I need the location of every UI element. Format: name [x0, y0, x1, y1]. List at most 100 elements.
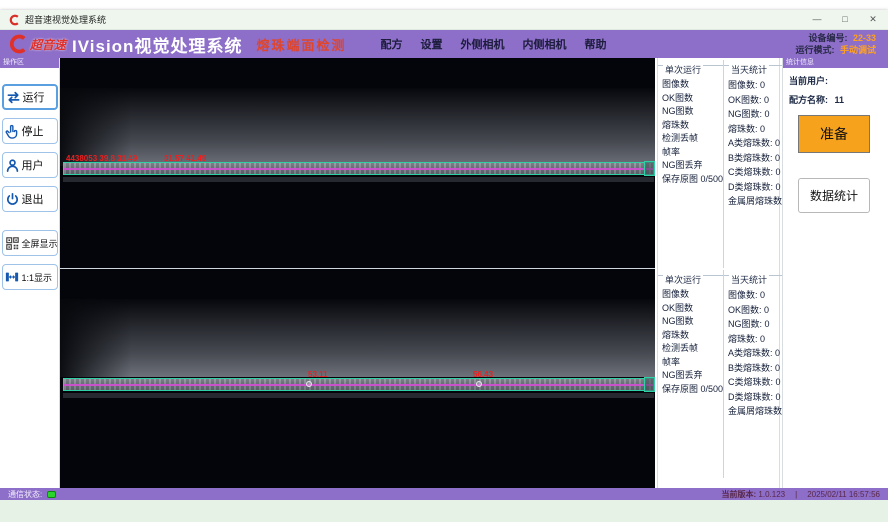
measurement-annotation: 4438053 39.8 31.49	[66, 154, 137, 163]
status-separator: |	[795, 490, 797, 499]
stop-hand-icon	[5, 123, 20, 139]
stat-row: 图像数	[662, 78, 723, 92]
defect-marker	[306, 381, 312, 387]
group-title: 单次运行	[663, 63, 703, 76]
image-haze	[60, 88, 655, 166]
defect-marker	[476, 381, 482, 387]
comm-status-indicator	[47, 491, 56, 498]
strip-end-marker	[644, 377, 655, 392]
menu-recipe[interactable]: 配方	[380, 36, 402, 52]
run-mode-value: 手动调试	[840, 45, 876, 55]
single-run-group: 单次运行 图像数 OK图数 NG图数 熔珠数 检测丢帧 帧率 NG图丢弃 保存原…	[658, 60, 723, 268]
stat-row: 帧率	[662, 356, 723, 370]
menu-help[interactable]: 帮助	[584, 36, 606, 52]
sidebar-title: 操作区	[0, 58, 59, 68]
strip-shadow	[63, 177, 654, 182]
user-button-label: 用户	[22, 157, 44, 173]
page-title: IVision视觉处理系统	[72, 32, 242, 57]
comm-status-label: 通信状态:	[8, 489, 42, 500]
status-bar: 通信状态: 当前版本: 1.0.123 | 2025/02/11 16:57:5…	[0, 488, 888, 500]
group-title: 当天统计	[729, 63, 769, 76]
image-haze	[60, 299, 655, 377]
stat-row: 检测丢帧	[662, 132, 723, 146]
run-button-label: 运行	[23, 89, 45, 105]
prepare-button[interactable]: 准备	[798, 115, 870, 153]
run-mode-label: 运行模式:	[795, 45, 834, 55]
stat-row: NG图数	[662, 105, 723, 119]
main-area: 操作区 运行 停止	[0, 58, 888, 488]
maximize-button[interactable]: □	[838, 14, 852, 25]
group-title: 当天统计	[729, 273, 769, 286]
measurement-annotation: 31.57 41.49	[164, 154, 206, 163]
one-to-one-button-label: 1:1显示	[22, 271, 53, 284]
run-button[interactable]: 运行	[2, 84, 58, 110]
one-to-one-icon	[5, 269, 20, 285]
measurement-annotation: 53.11	[308, 370, 328, 379]
exit-button-label: 退出	[22, 191, 44, 207]
datetime-value: 2025/02/11 16:57:56	[807, 490, 880, 499]
camera-viewport-inner: 53.11 56.43	[60, 269, 655, 488]
menu-settings[interactable]: 设置	[420, 36, 442, 52]
one-to-one-button[interactable]: 1:1显示	[2, 264, 58, 290]
strip-shadow	[63, 393, 654, 398]
stat-row: 保存原图 0/500	[662, 383, 723, 397]
data-stats-button[interactable]: 数据统计	[798, 178, 870, 213]
app-logo-icon	[8, 14, 20, 26]
sidebar: 操作区 运行 停止	[0, 58, 60, 488]
detected-bead-strip	[63, 162, 654, 175]
device-number-value: 22-33	[853, 33, 876, 43]
measurement-annotation: 56.43	[473, 370, 493, 379]
stat-row: OK图数	[662, 302, 723, 316]
header-bar: 超音速 IVision视觉处理系统 熔珠端面检测 配方 设置 外侧相机 内侧相机…	[0, 30, 888, 58]
exit-power-icon	[5, 191, 20, 207]
fullscreen-button[interactable]: 全屏显示	[2, 230, 58, 256]
stop-button-label: 停止	[22, 123, 44, 139]
run-icon	[6, 89, 21, 105]
version-value: 1.0.123	[758, 490, 785, 499]
exit-button[interactable]: 退出	[2, 186, 58, 212]
camera-viewport-outer: 4438053 39.8 31.49 31.57 41.49	[60, 58, 655, 268]
stat-row: NG图数	[662, 315, 723, 329]
menu-bar: 配方 设置 外侧相机 内侧相机 帮助	[380, 36, 606, 52]
fullscreen-button-label: 全屏显示	[22, 237, 58, 250]
strip-end-marker	[644, 161, 655, 176]
recipe-name-value: 11	[835, 95, 845, 105]
user-button[interactable]: 用户	[2, 152, 58, 178]
window-title: 超音速视觉处理系统	[25, 13, 106, 26]
desktop-strip	[0, 500, 888, 522]
stop-button[interactable]: 停止	[2, 118, 58, 144]
single-run-group: 单次运行 图像数 OK图数 NG图数 熔珠数 检测丢帧 帧率 NG图丢弃 保存原…	[658, 270, 723, 478]
page-subtitle: 熔珠端面检测	[256, 35, 346, 54]
fullscreen-icon	[5, 235, 20, 251]
stat-row: 帧率	[662, 146, 723, 160]
stat-row: 检测丢帧	[662, 342, 723, 356]
stat-row: 熔珠数	[662, 329, 723, 343]
close-button[interactable]: ✕	[866, 14, 880, 25]
stat-row: 保存原图 0/500	[662, 173, 723, 187]
brand-text: 超音速	[30, 36, 66, 53]
laser-line	[64, 168, 653, 170]
stat-row: 熔珠数	[662, 119, 723, 133]
menu-outer-camera[interactable]: 外侧相机	[460, 36, 504, 52]
info-panel: 统计信息 当前用户: 配方名称: 11 准备 数据统计	[782, 58, 888, 488]
stats-column: 单次运行 图像数 OK图数 NG图数 熔珠数 检测丢帧 帧率 NG图丢弃 保存原…	[657, 58, 780, 488]
app-window: 超音速视觉处理系统 — □ ✕ 超音速 IVision视觉处理系统 熔珠端面检测…	[0, 10, 888, 500]
version-label: 当前版本:	[722, 490, 757, 499]
info-panel-title: 统计信息	[783, 58, 888, 68]
stats-panel-outer: 单次运行 图像数 OK图数 NG图数 熔珠数 检测丢帧 帧率 NG图丢弃 保存原…	[658, 60, 779, 268]
detected-bead-strip	[63, 378, 654, 391]
stat-row: OK图数	[662, 92, 723, 106]
device-number-label: 设备编号:	[808, 33, 847, 43]
device-info: 设备编号: 22-33 运行模式: 手动调试	[795, 32, 880, 56]
stat-row: NG图丢弃	[662, 369, 723, 383]
minimize-button[interactable]: —	[810, 14, 824, 25]
group-title: 单次运行	[663, 273, 703, 286]
stat-row: 图像数	[662, 288, 723, 302]
user-icon	[5, 157, 20, 173]
menu-inner-camera[interactable]: 内侧相机	[522, 36, 566, 52]
recipe-name-label: 配方名称:	[789, 95, 828, 105]
current-user-label: 当前用户:	[789, 76, 828, 86]
brand-logo: 超音速	[8, 34, 66, 54]
laser-line	[64, 384, 653, 386]
brand-swoosh-icon	[8, 34, 28, 54]
